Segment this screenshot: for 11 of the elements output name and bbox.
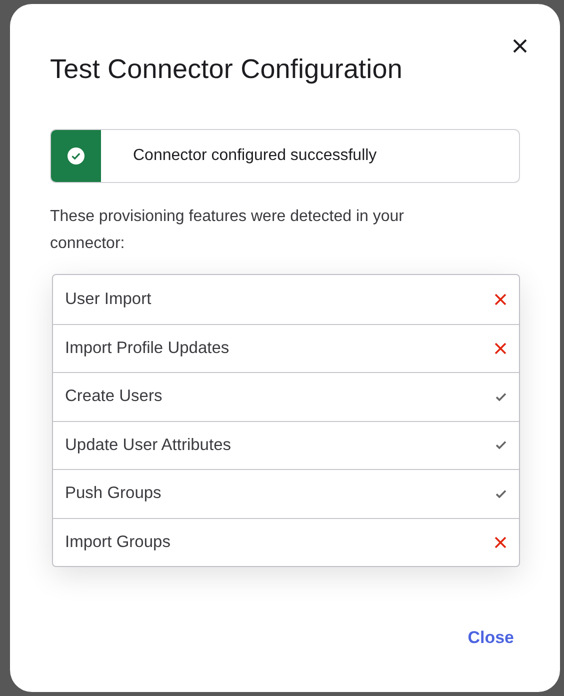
close-link[interactable]: Close: [468, 628, 514, 648]
alert-message: Connector configured successfully: [132, 146, 377, 166]
feature-label: Push Groups: [65, 484, 162, 504]
feature-label: Create Users: [65, 387, 162, 406]
feature-label: Update User Attributes: [65, 436, 231, 455]
feature-label: User Import: [65, 290, 152, 309]
feature-label: Import Groups: [65, 532, 170, 552]
description-text: These provisioning features were detected in your connector:: [50, 207, 405, 254]
dialog-title: Test Connector Configuration: [50, 54, 404, 85]
check-circle-icon: [67, 147, 85, 165]
feature-label: Import Profile Updates: [65, 338, 230, 358]
